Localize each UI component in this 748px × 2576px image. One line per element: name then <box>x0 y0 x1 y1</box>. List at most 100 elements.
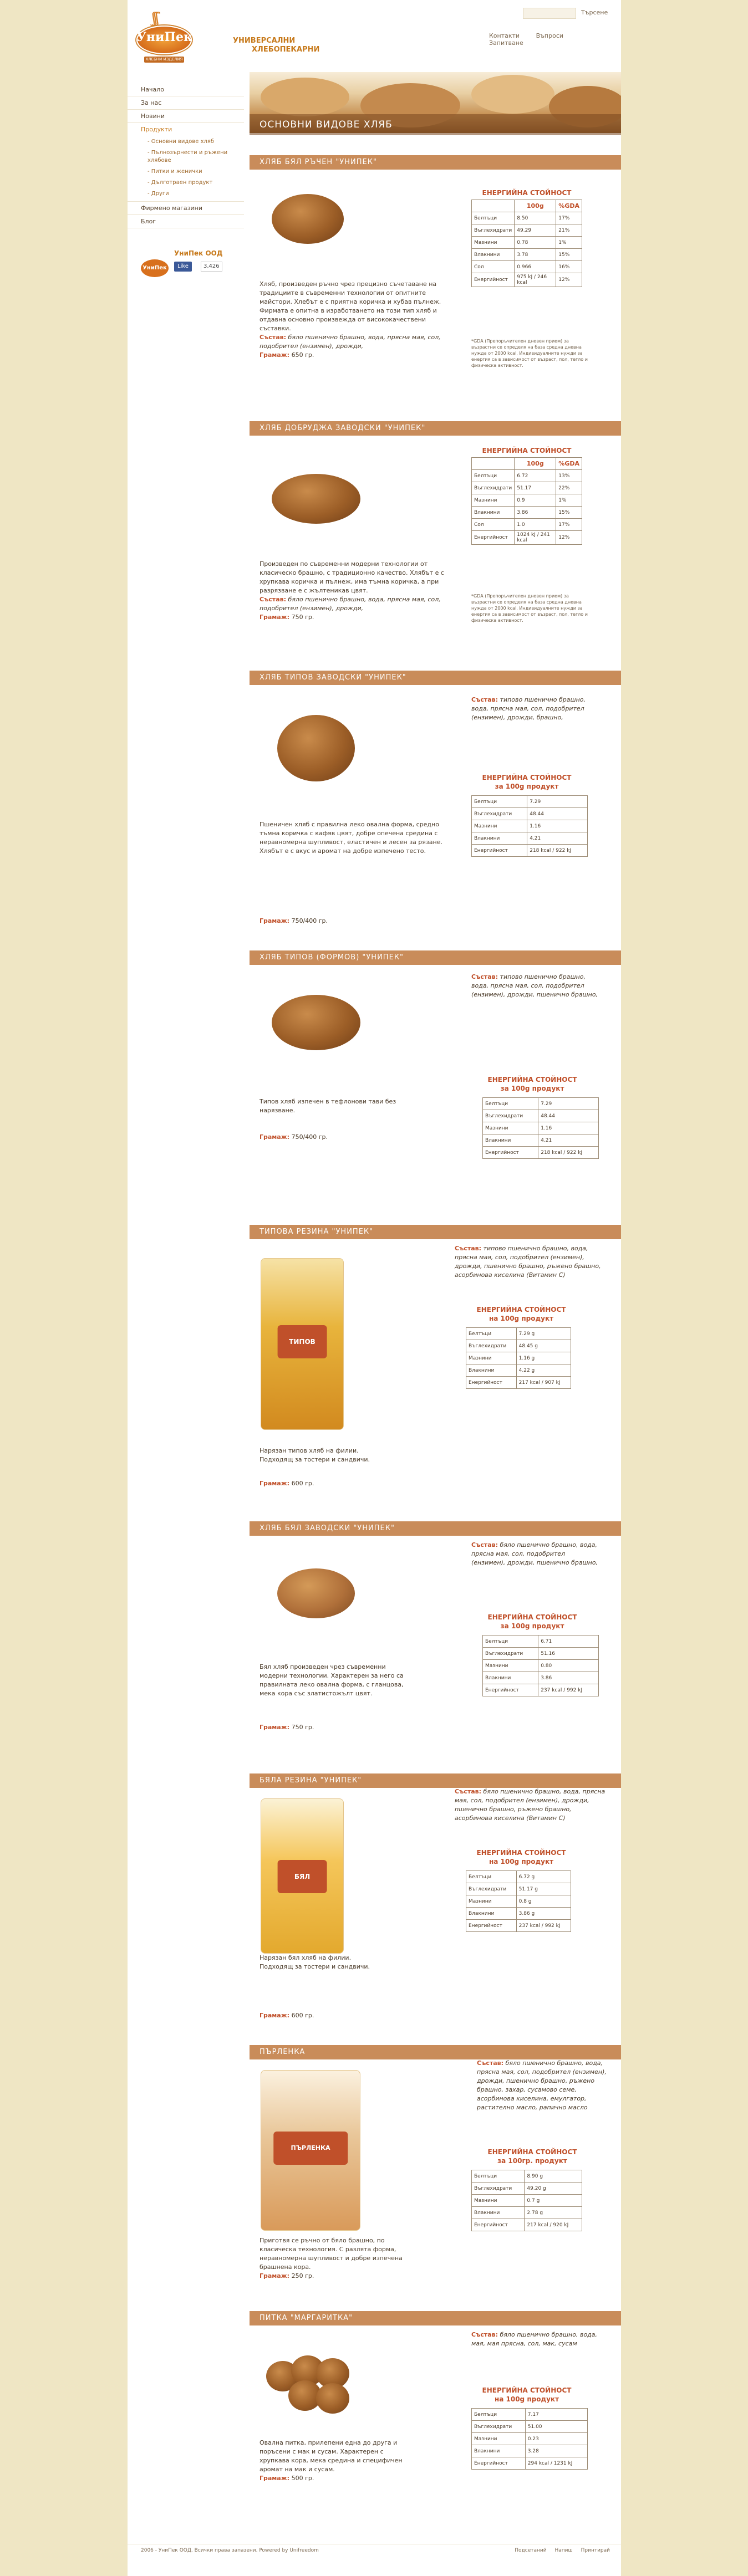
nutrition-value-cell: 8.90 g <box>524 2170 582 2183</box>
nutrition-table: Белтъци 6.72 g Въглехидрати 51.17 g Мазнини 0… <box>466 1870 572 1932</box>
nav-inquiry[interactable]: Запитване <box>489 39 523 47</box>
nutrition-row: Мазнини 0.7 g <box>471 2194 582 2207</box>
tagline-line-1: УНИВЕРСАЛНИ <box>233 37 296 45</box>
grams-value: 750 гр. <box>291 614 314 621</box>
composition-label: Състав: <box>455 1788 482 1795</box>
nutrition-name-cell: Въглехидрати <box>482 1110 539 1122</box>
composition: Състав: типово пшенично брашно, вода, пр… <box>471 973 599 999</box>
nutrition-value-cell: 3.78 <box>514 248 557 261</box>
facebook-like-count: 3,426 <box>201 262 222 272</box>
nutrition-value-cell: 0.23 <box>525 2432 588 2445</box>
product-description: Пшеничен хляб с правилна леко овална фор… <box>259 820 448 856</box>
nutrition-name-cell: Влакнини <box>471 506 515 519</box>
nutrition-value-cell: 13% <box>556 469 582 482</box>
product-image: ПЪРЛЕНКА <box>261 2070 360 2231</box>
sidebar-item-blog[interactable]: Блог <box>128 215 244 228</box>
nutrition-table: 100g %GDA Белтъци 8.50 17% Въглехидрати 49.29 2… <box>471 200 582 287</box>
product-description: Приготвя се ръчно от бяло брашно, по кла… <box>259 2236 409 2281</box>
sidebar-item-home[interactable]: Начало <box>128 83 244 96</box>
nav-contacts[interactable]: Контакти <box>489 32 520 39</box>
search-button[interactable]: Търсене <box>581 9 608 16</box>
tagline-line-2: ХЛЕБОПЕКАРНИ <box>252 45 320 54</box>
nutrition-row: Енергийност 218 kcal / 922 kJ <box>471 844 588 857</box>
sidebar-subitem-wholegrain[interactable]: - Пълнозърнести и ръжени хлябове <box>128 147 244 166</box>
nutrition-value-cell: 15% <box>556 248 582 261</box>
company-name: УниПек ООД <box>174 249 223 257</box>
sidebar-item-news[interactable]: Новини <box>128 110 244 123</box>
energy-subtitle: за 100гр. продукт <box>497 2157 567 2165</box>
nutrition-name-cell: Мазнини <box>471 494 515 507</box>
nutrition-value-cell: 3.28 <box>525 2445 588 2457</box>
nutrition-name-cell: Мазнини <box>471 2432 526 2445</box>
composition-label: Състав: <box>471 2331 498 2338</box>
page-title-bar: ОСНОВНИ ВИДОВЕ ХЛЯБ <box>250 114 621 135</box>
sidebar-item-shops[interactable]: Фирмено магазини <box>128 202 244 215</box>
description-text: Приготвя се ръчно от бяло брашно, по кла… <box>259 2237 403 2271</box>
nutrition-value-cell: 49.29 <box>514 224 557 237</box>
energy-title: ЕНЕРГИЙНА СТОЙНОСТ <box>482 447 572 454</box>
nutrition-name-cell: Мазнини <box>482 1122 539 1134</box>
product-section: ТИПОВА РЕЗИНА "УНИПЕК" ТИПОВ Състав: тип… <box>250 1225 621 1513</box>
product-title: ТИПОВА РЕЗИНА "УНИПЕК" <box>250 1225 621 1239</box>
nutrition-table: 100g %GDA Белтъци 6.72 13% Въглехидрати 51.17 2… <box>471 457 582 545</box>
nutrition-name-cell: Белтъци <box>466 1870 517 1883</box>
nutrition-table: Белтъци 7.29 Въглехидрати 48.44 Мазнини 1.16 В… <box>482 1097 599 1159</box>
product-section: ПЪРЛЕНКА ПЪРЛЕНКА Състав: бяло пшенично … <box>250 2045 621 2306</box>
footer-link-sitemap[interactable]: Подсетаний <box>515 2548 546 2553</box>
composition-text: бяло пшенично брашно, вода, прясна мая, … <box>477 2059 607 2111</box>
product-description: Типов хляб изпечен в тефлонови тави без … <box>259 1097 404 1115</box>
grams-value: 650 гр. <box>291 351 314 359</box>
sidebar-subitem-other[interactable]: - Други <box>128 188 244 202</box>
nutrition-header-cell: %GDA <box>556 457 582 470</box>
nutrition-value-cell: 237 kcal / 992 kJ <box>538 1684 599 1696</box>
composition-label: Състав: <box>471 973 498 980</box>
nutrition-value-cell: 7.17 <box>525 2408 588 2421</box>
nutrition-value-cell: 6.71 <box>538 1635 599 1648</box>
nutrition-name-cell: Въглехидрати <box>466 1883 517 1895</box>
energy-title-text: ЕНЕРГИЙНА СТОЙНОСТ <box>487 1613 577 1621</box>
description-text: Пшеничен хляб с правилна леко овална фор… <box>259 821 442 855</box>
nutrition-name-cell: Енергийност <box>466 1919 517 1932</box>
composition-label: Състав: <box>259 596 287 603</box>
nutrition-value-cell: 3.86 <box>514 506 557 519</box>
product-title: ХЛЯБ ТИПОВ ЗАВОДСКИ "УНИПЕК" <box>250 671 621 685</box>
nutrition-value-cell: 15% <box>556 506 582 519</box>
nutrition-row: Енергийност 1024 kJ / 241 kcal 12% <box>471 530 582 545</box>
sidebar-item-about[interactable]: За нас <box>128 96 244 110</box>
nutrition-name-cell: Мазнини <box>471 820 528 832</box>
product-title: ХЛЯБ ТИПОВ (ФОРМОВ) "УНИПЕК" <box>250 950 621 965</box>
nav-questions[interactable]: Въпроси <box>536 32 563 39</box>
nutrition-value-cell: 17% <box>556 518 582 531</box>
nutrition-name-cell: Влакнини <box>471 2445 526 2457</box>
nutrition-value-cell: 217 kcal / 920 kJ <box>524 2219 582 2231</box>
grams-value: 750/400 гр. <box>291 1133 328 1141</box>
nutrition-row: Въглехидрати 51.16 <box>482 1647 599 1660</box>
nutrition-value-cell: 7.29 <box>538 1097 599 1110</box>
facebook-like-button[interactable]: Like <box>174 262 192 272</box>
site-logo[interactable]: ʃʃʃ УниПек ХЛЕБНИ ИЗДЕЛИЯ <box>136 10 192 63</box>
sidebar-subitem-loaves[interactable]: - Питки и женички <box>128 166 244 177</box>
nutrition-row: Влакнини 4.22 g <box>466 1364 572 1377</box>
product-image: БЯЛ <box>261 1798 344 1954</box>
nutrition-row: Въглехидрати 51.17 22% <box>471 482 582 494</box>
footer-copyright: 2006 - УниПек ООД. Всички права запазени… <box>141 2548 319 2553</box>
footer-link-print[interactable]: Принтирай <box>581 2548 610 2553</box>
search-input[interactable] <box>523 8 576 19</box>
nutrition-value-cell: 12% <box>556 530 582 545</box>
nutrition-name-cell: Белтъци <box>471 212 515 224</box>
nutrition-row: Белтъци 7.17 <box>471 2408 588 2421</box>
nutrition-row: Въглехидрати 48.44 <box>471 807 588 820</box>
nutrition-value-cell: 6.72 <box>514 469 557 482</box>
sidebar-subitem-basic-bread[interactable]: - Основни видове хляб <box>128 136 244 147</box>
nutrition-name-cell: Влакнини <box>466 1364 517 1377</box>
nutrition-row: Влакнини 4.21 <box>482 1134 599 1147</box>
nutrition-value-cell: 1.16 g <box>516 1352 572 1364</box>
sidebar-item-products[interactable]: Продукти <box>128 123 244 136</box>
nutrition-name-cell: Белтъци <box>471 2170 525 2183</box>
site-tagline: УНИВЕРСАЛНИ ХЛЕБОПЕКАРНИ <box>233 37 319 54</box>
sidebar-subitem-longlife[interactable]: - Дълготраен продукт <box>128 177 244 188</box>
footer-link-write[interactable]: Напиш <box>554 2548 572 2553</box>
nutrition-row: Влакнини 3.78 15% <box>471 248 582 261</box>
grams-label: Грамаж: <box>259 351 290 359</box>
energy-subtitle: на 100g продукт <box>494 2395 559 2403</box>
